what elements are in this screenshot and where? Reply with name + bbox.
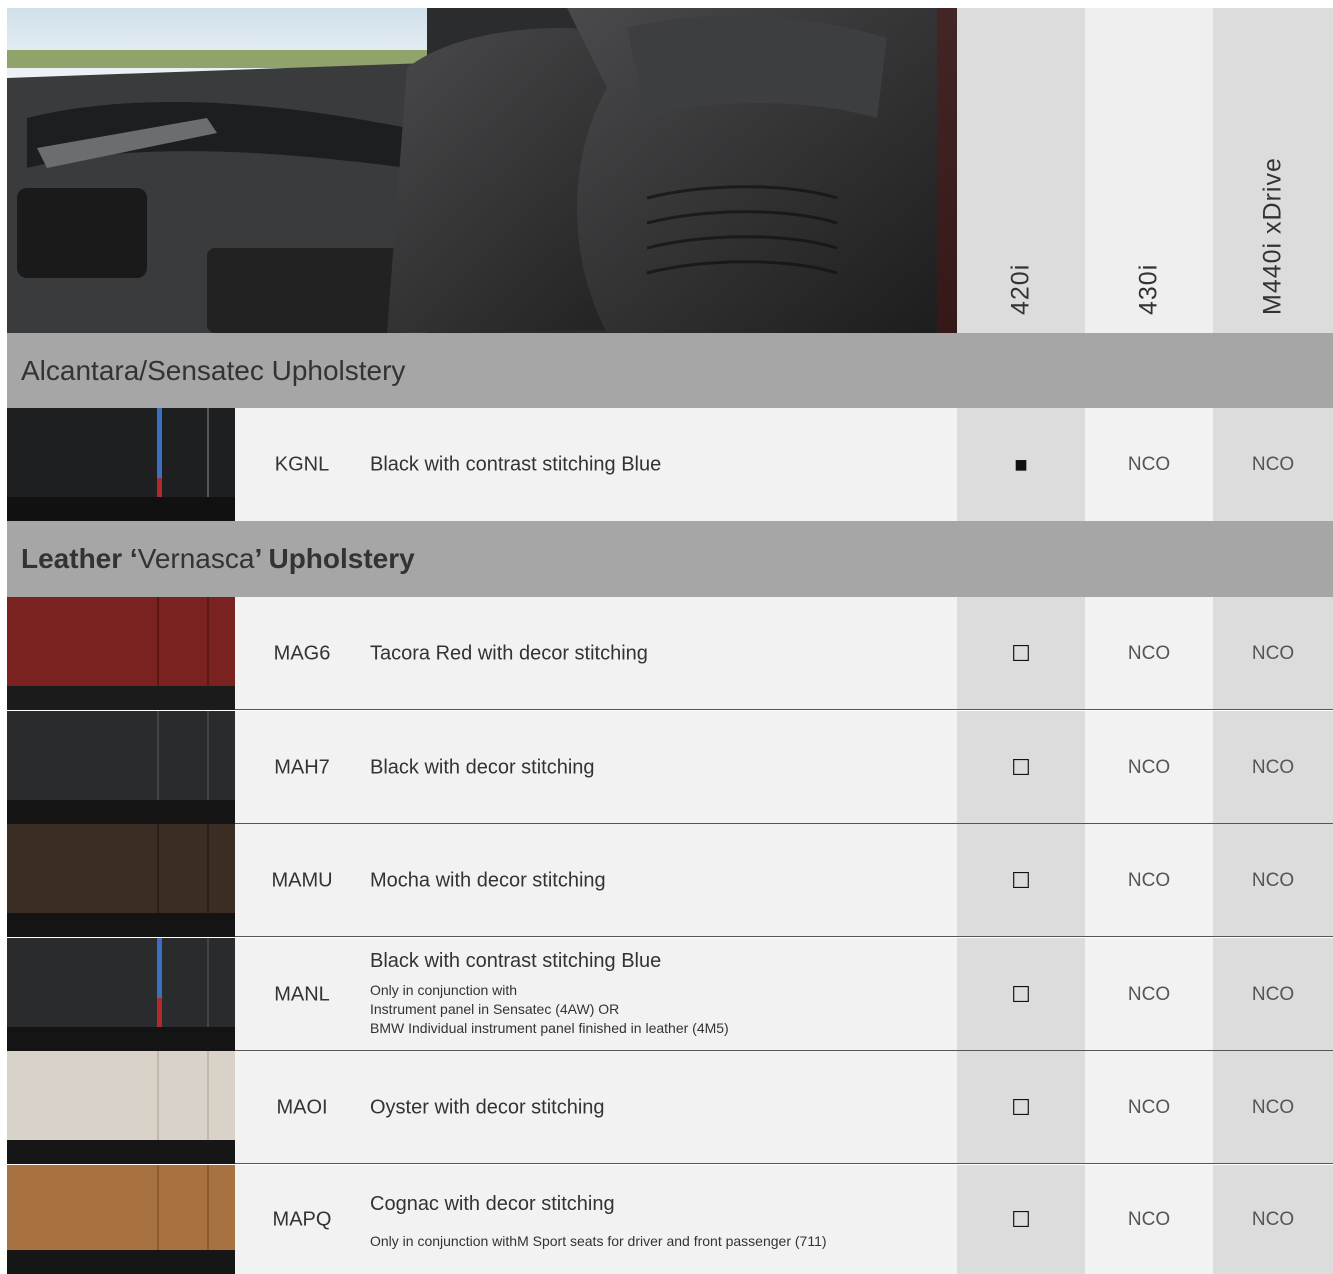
availability-430i: NCO (1127, 453, 1171, 475)
availability-420i: ☐ (1011, 1094, 1031, 1120)
option-note: Only in conjunction withM Sport seats fo… (370, 1233, 827, 1249)
option-code: MAMU (271, 869, 333, 891)
table-row: MANL Black with contrast stitching Blue … (7, 938, 1333, 1051)
option-code: MAG6 (273, 642, 331, 664)
availability-m440i: NCO (1251, 1208, 1295, 1230)
availability-430i: NCO (1127, 1096, 1171, 1118)
table-row: MAMU Mocha with decor stitching ☐ NCO NC… (7, 824, 1333, 937)
section-title: Leather ‘Vernasca’ Upholstery (21, 543, 415, 574)
table-header: 420i 430i M440i xDrive (7, 8, 1333, 333)
availability-m440i: NCO (1251, 983, 1295, 1005)
availability-420i: ☐ (1011, 754, 1031, 780)
availability-420i: ☐ (1011, 867, 1031, 893)
upholstery-swatch (7, 824, 235, 937)
availability-m440i: NCO (1251, 642, 1295, 664)
model-header-420i: 420i (957, 8, 1085, 333)
availability-430i: NCO (1127, 756, 1171, 778)
upholstery-swatch (7, 711, 235, 824)
model-header-430i: 430i (1085, 8, 1213, 333)
availability-m440i: NCO (1251, 869, 1295, 891)
option-description-block: Cognac with decor stitching Only in conj… (370, 1193, 950, 1251)
option-description: Black with decor stitching (370, 756, 595, 778)
availability-430i: NCO (1127, 983, 1171, 1005)
availability-420i: ☐ (1011, 981, 1031, 1007)
table-row: MAOI Oyster with decor stitching ☐ NCO N… (7, 1051, 1333, 1164)
upholstery-swatch (7, 597, 235, 710)
option-code: MAH7 (274, 756, 330, 778)
model-header-m440i-xdrive: M440i xDrive (1213, 8, 1333, 333)
section-alcantara: Alcantara/Sensatec Upholstery (7, 333, 1333, 408)
option-description: Cognac with decor stitching (370, 1193, 615, 1215)
option-description-block: Black with contrast stitching Blue Only … (370, 950, 950, 1038)
table-row: MAH7 Black with decor stitching ☐ NCO NC… (7, 711, 1333, 824)
option-description: Oyster with decor stitching (370, 1096, 605, 1118)
option-code: MAOI (276, 1096, 328, 1118)
car-interior-illustration (7, 8, 957, 333)
availability-m440i: NCO (1251, 453, 1295, 475)
availability-420i: ☐ (1011, 640, 1031, 666)
availability-m440i: NCO (1251, 1096, 1295, 1118)
upholstery-swatch (7, 938, 235, 1051)
table-row: KGNL Black with contrast stitching Blue … (7, 408, 1333, 521)
option-description: Tacora Red with decor stitching (370, 642, 648, 664)
upholstery-swatch (7, 408, 235, 521)
section-title: Alcantara/Sensatec Upholstery (21, 354, 406, 386)
option-description: Mocha with decor stitching (370, 869, 606, 891)
table-row: MAG6 Tacora Red with decor stitching ☐ N… (7, 597, 1333, 710)
availability-430i: NCO (1127, 869, 1171, 891)
availability-430i: NCO (1127, 1208, 1171, 1230)
section-leather: Leather ‘Vernasca’ Upholstery (7, 521, 1333, 597)
option-description: Black with contrast stitching Blue (370, 950, 662, 972)
availability-m440i: NCO (1251, 756, 1295, 778)
option-note: Only in conjunction with Instrument pane… (370, 982, 729, 1036)
availability-430i: NCO (1127, 642, 1171, 664)
option-code: MAPQ (272, 1208, 332, 1230)
option-code: KGNL (274, 453, 330, 475)
availability-420i: ■ (1014, 451, 1028, 477)
upholstery-swatch (7, 1051, 235, 1164)
hero-interior-image (7, 8, 957, 333)
availability-420i: ☐ (1011, 1206, 1031, 1232)
option-code: MANL (274, 983, 330, 1005)
table-row: MAPQ Cognac with decor stitching Only in… (7, 1165, 1333, 1274)
upholstery-swatch (7, 1165, 235, 1274)
option-description: Black with contrast stitching Blue (370, 453, 662, 475)
